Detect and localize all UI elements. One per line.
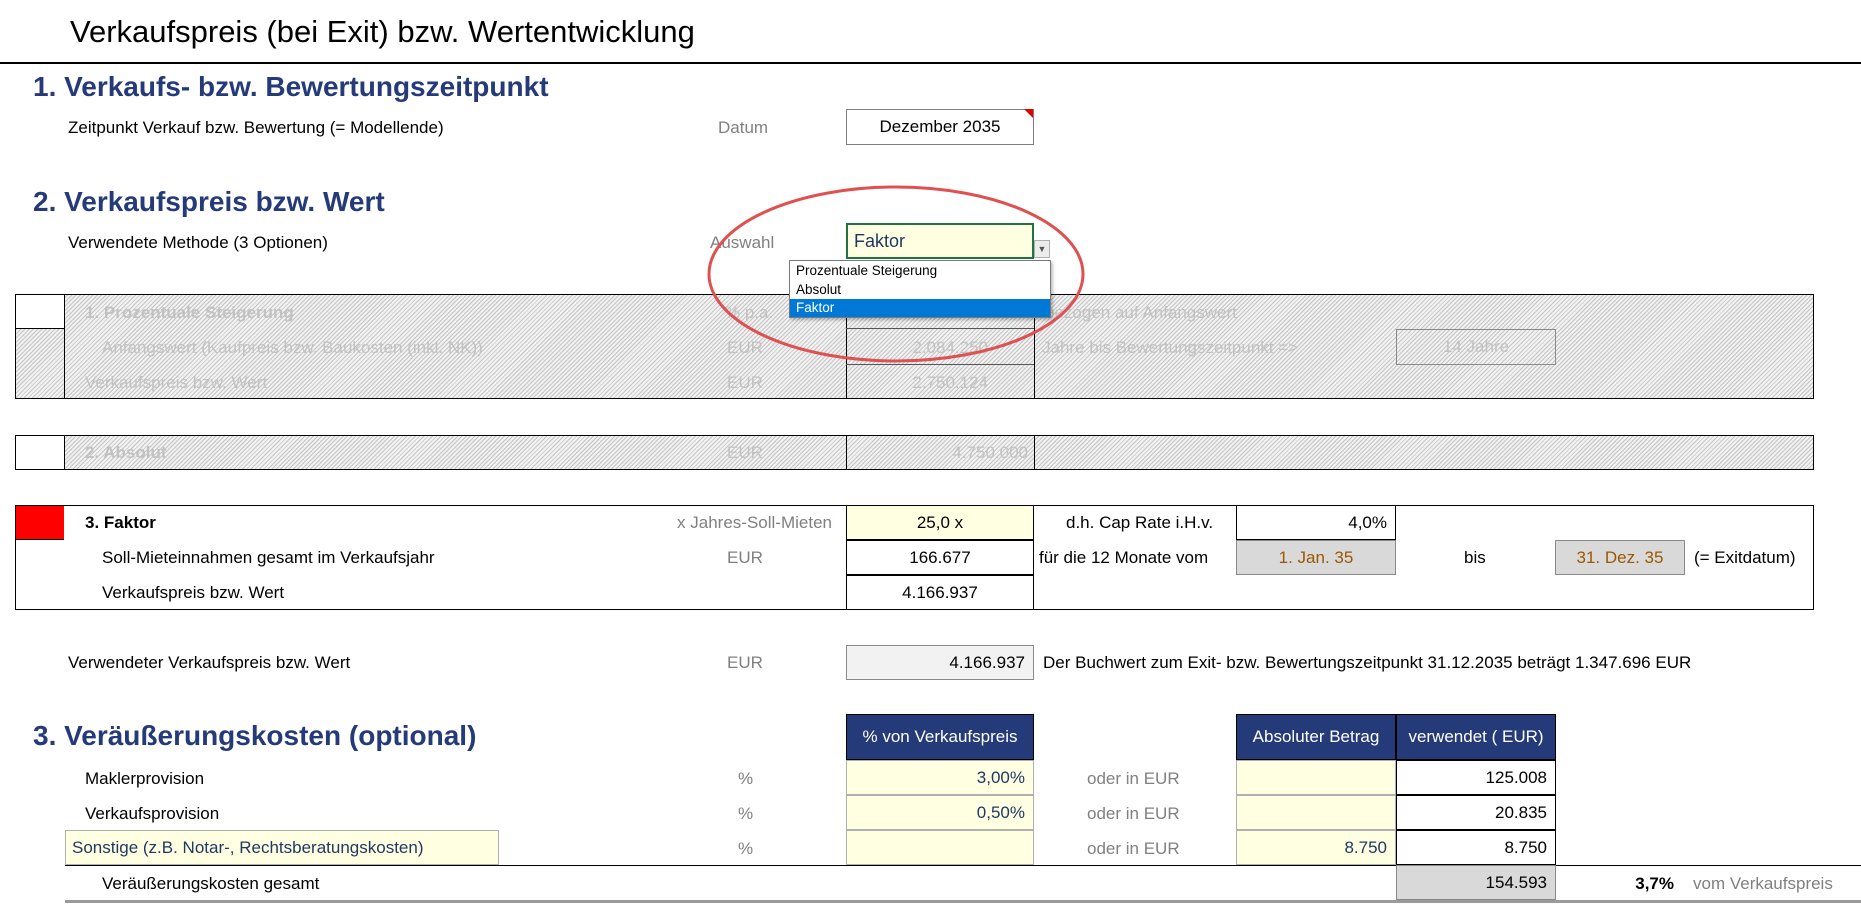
period-to-label: bis — [1464, 548, 1486, 567]
factor-unit: x Jahres-Soll-Mieten — [677, 513, 832, 532]
used-price-label: Verwendeter Verkaufspreis bzw. Wert — [68, 653, 351, 672]
col-used-header: verwendet ( EUR) — [1396, 714, 1556, 760]
page-title: Verkaufspreis (bei Exit) bzw. Wertentwic… — [70, 14, 695, 49]
option1-years: 14 Jahre — [1396, 329, 1556, 365]
method-label: Verwendete Methode (3 Optionen) — [68, 233, 328, 252]
annotation-circle — [707, 185, 1085, 363]
period-label: für die 12 Monate vom — [1039, 548, 1209, 567]
period-note: (= Exitdatum) — [1694, 548, 1796, 567]
section1-heading: 1. Verkaufs- bzw. Bewertungszeitpunkt — [33, 71, 549, 102]
option1-start-label: Anfangswert (Kaufpreis bzw. Baukosten (i… — [102, 338, 483, 357]
rent-unit: EUR — [727, 548, 763, 567]
period-from: 1. Jan. 35 — [1236, 540, 1396, 575]
option2-title: 2. Absolut — [85, 443, 167, 462]
cost-absolute-input[interactable] — [1236, 760, 1396, 795]
factor-input[interactable]: 25,0 x — [846, 505, 1034, 540]
total-costs-label: Veräußerungskosten gesamt — [102, 874, 320, 893]
rent-label: Soll-Mieteinnahmen gesamt im Verkaufsjah… — [102, 548, 435, 567]
option2-value: 4.750.000 — [952, 443, 1028, 462]
used-price-unit: EUR — [727, 653, 763, 672]
option1-indicator — [16, 295, 64, 328]
other-costs-label-input[interactable]: Sonstige (z.B. Notar-, Rechtsberatungsko… — [65, 830, 499, 865]
cost-percent-input[interactable] — [846, 830, 1034, 865]
option2-unit: EUR — [727, 443, 763, 462]
cost-used-value: 8.750 — [1396, 830, 1556, 865]
annotation-ellipse — [707, 185, 1085, 363]
book-value-note: Der Buchwert zum Exit- bzw. Bewertungsze… — [1043, 653, 1692, 672]
cost-or-label: oder in EUR — [1087, 839, 1180, 858]
option1-price-label: Verkaufspreis bzw. Wert — [85, 373, 268, 392]
option2-indicator — [16, 436, 64, 469]
total-costs-value: 154.593 — [1396, 865, 1556, 900]
section3-heading: 3. Veräußerungskosten (optional) — [33, 720, 477, 751]
exit-date-unit: Datum — [718, 118, 769, 137]
section2-heading: 2. Verkaufspreis bzw. Wert — [33, 186, 385, 217]
cost-or-label: oder in EUR — [1087, 804, 1180, 823]
exit-date-label: Zeitpunkt Verkauf bzw. Bewertung (= Mode… — [68, 118, 444, 137]
col-absolute-header: Absoluter Betrag — [1236, 714, 1396, 760]
cost-row-label: Maklerprovision — [85, 769, 205, 788]
period-to: 31. Dez. 35 — [1555, 540, 1685, 575]
cost-percent-input[interactable]: 0,50% — [846, 795, 1034, 830]
cost-used-value: 125.008 — [1396, 760, 1556, 795]
option2-block — [15, 435, 1814, 470]
total-costs-suffix: vom Verkaufspreis — [1693, 874, 1833, 893]
cost-row-label: Verkaufsprovision — [85, 804, 220, 823]
comment-marker-icon — [1024, 109, 1033, 118]
used-price-value: 4.166.937 — [846, 645, 1034, 680]
option1-title: 1. Prozentuale Steigerung — [85, 303, 294, 322]
total-costs-percent: 3,7% — [1635, 874, 1674, 893]
exit-date-cell[interactable]: Dezember 2035 — [846, 109, 1034, 145]
cost-or-label: oder in EUR — [1087, 769, 1180, 788]
cost-used-value: 20.835 — [1396, 795, 1556, 830]
rent-value: 166.677 — [846, 540, 1034, 575]
cost-absolute-input[interactable] — [1236, 795, 1396, 830]
cost-row-unit: % — [738, 769, 754, 788]
price-value: 4.166.937 — [846, 575, 1034, 610]
cap-rate-value: 4,0% — [1236, 505, 1396, 540]
cap-rate-label: d.h. Cap Rate i.H.v. — [1066, 513, 1214, 532]
cost-row-unit: % — [738, 804, 754, 823]
title-divider — [0, 62, 1861, 64]
option3-indicator — [16, 506, 64, 539]
cost-percent-input[interactable]: 3,00% — [846, 760, 1034, 795]
price-label: Verkaufspreis bzw. Wert — [102, 583, 285, 602]
col-percent-header: % von Verkaufspreis — [846, 714, 1034, 760]
cost-row-unit: % — [738, 839, 754, 858]
cost-absolute-input[interactable]: 8.750 — [1236, 830, 1396, 865]
option3-title: 3. Faktor — [85, 513, 156, 532]
